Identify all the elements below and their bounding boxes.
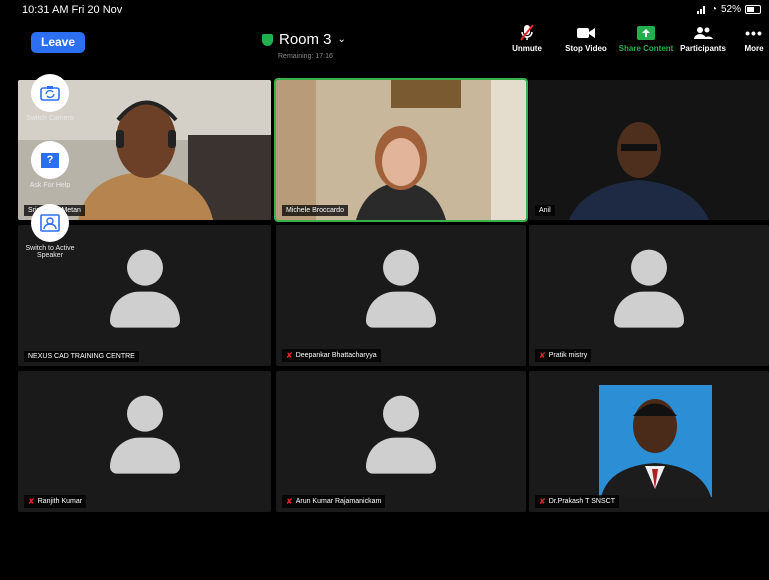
participant-name: NEXUS CAD TRAINING CENTRE <box>28 353 135 360</box>
battery-icon <box>745 5 761 14</box>
muted-mic-icon: ✘ <box>539 351 546 360</box>
participant-name-tag: ✘ Pratik mistry <box>535 349 592 362</box>
help-icon: ? <box>31 141 69 179</box>
muted-mic-icon: ✘ <box>286 351 293 360</box>
remaining-time: Remaining: 17:16 <box>278 53 333 60</box>
participant-name: Michele Broccardo <box>286 207 344 214</box>
active-speaker-icon <box>31 204 69 242</box>
more-button[interactable]: ••• More <box>740 24 768 54</box>
participant-name-tag: Michele Broccardo <box>282 205 348 216</box>
status-bar: 10:31 AM Fri 20 Nov ◔ 52% <box>0 0 769 18</box>
participants-icon <box>678 24 728 41</box>
leave-button[interactable]: Leave <box>31 32 85 53</box>
room-title[interactable]: Room 3 ⌄ <box>262 31 346 48</box>
avatar-placeholder-icon <box>109 249 180 329</box>
switch-active-speaker-label: Switch to Active Speaker <box>25 245 75 259</box>
participant-name-tag: ✘ Arun Kumar Rajamanickam <box>282 495 386 508</box>
participant-name: Pratik mistry <box>548 352 588 359</box>
shield-icon <box>262 33 273 46</box>
muted-mic-icon: ✘ <box>28 497 35 506</box>
switch-camera-icon <box>31 74 69 112</box>
ask-for-help-label: Ask For Help <box>29 182 71 189</box>
switch-active-speaker-control[interactable]: Switch to Active Speaker <box>12 204 88 259</box>
switch-camera-label: Switch Camera <box>26 115 74 122</box>
muted-mic-icon: ✘ <box>286 497 293 506</box>
status-time: 10:31 AM Fri 20 Nov <box>22 4 123 16</box>
video-tile[interactable]: ✘ Arun Kumar Rajamanickam <box>276 371 526 512</box>
status-indicators: ◔ 52% <box>696 4 761 15</box>
avatar-placeholder-icon <box>614 249 684 329</box>
share-content-button[interactable]: Share Content <box>617 24 675 53</box>
avatar-placeholder-icon <box>109 395 180 475</box>
participant-name: Dr.Prakash T SNSCT <box>548 498 615 505</box>
battery-percent: 52% <box>720 4 741 15</box>
unmute-button[interactable]: Unmute <box>507 23 547 53</box>
video-tile[interactable]: ✘ Pratik mistry <box>529 225 769 366</box>
share-arrow-icon <box>617 24 675 41</box>
participant-name: Ranjith Kumar <box>37 498 83 505</box>
avatar-placeholder-icon <box>366 249 436 329</box>
participant-name-tag: ✘ Dr.Prakash T SNSCT <box>535 495 619 508</box>
chevron-down-icon: ⌄ <box>337 34 346 45</box>
more-dots-icon: ••• <box>745 24 763 41</box>
muted-mic-icon: ✘ <box>539 497 546 506</box>
participant-name: Arun Kumar Rajamanickam <box>295 498 382 505</box>
video-tile-active-speaker[interactable]: Michele Broccardo <box>274 78 528 222</box>
participant-profile-photo <box>599 385 712 497</box>
room-title-label: Room 3 <box>279 31 332 48</box>
participant-name-tag: ✘ Deepankar Bhattacharyya <box>282 349 381 362</box>
share-content-label: Share Content <box>618 44 674 53</box>
participant-name-tag: ✘ Ranjith Kumar <box>24 495 87 508</box>
participant-video <box>529 80 769 220</box>
stop-video-label: Stop Video <box>565 44 607 53</box>
muted-mic-icon <box>507 23 547 41</box>
avatar-placeholder-icon <box>366 395 436 475</box>
more-label: More <box>744 44 764 53</box>
participant-name: Deepankar Bhattacharyya <box>295 352 377 359</box>
participants-label: Participants <box>680 44 726 53</box>
participant-name-tag: Anil <box>535 205 555 216</box>
stop-video-button[interactable]: Stop Video <box>563 24 609 53</box>
video-camera-icon <box>563 24 609 41</box>
video-tile[interactable]: Anil <box>529 80 769 220</box>
wifi-icon: ◔ <box>710 4 717 15</box>
signal-icon <box>696 5 707 14</box>
participants-button[interactable]: Participants <box>678 24 728 53</box>
unmute-label: Unmute <box>512 44 542 53</box>
switch-camera-control[interactable]: Switch Camera <box>12 74 88 122</box>
meeting-toolbar: Leave Room 3 ⌄ Remaining: 17:16 Unmute S… <box>0 18 769 68</box>
participant-name: Anil <box>539 207 551 214</box>
participant-name-tag: NEXUS CAD TRAINING CENTRE <box>24 351 139 362</box>
video-tile[interactable]: ✘ Deepankar Bhattacharyya <box>276 225 526 366</box>
video-tile[interactable]: ✘ Dr.Prakash T SNSCT <box>529 371 769 512</box>
video-tile[interactable]: ✘ Ranjith Kumar <box>18 371 271 512</box>
participant-video <box>276 80 526 220</box>
ask-for-help-control[interactable]: ? Ask For Help <box>12 141 88 189</box>
